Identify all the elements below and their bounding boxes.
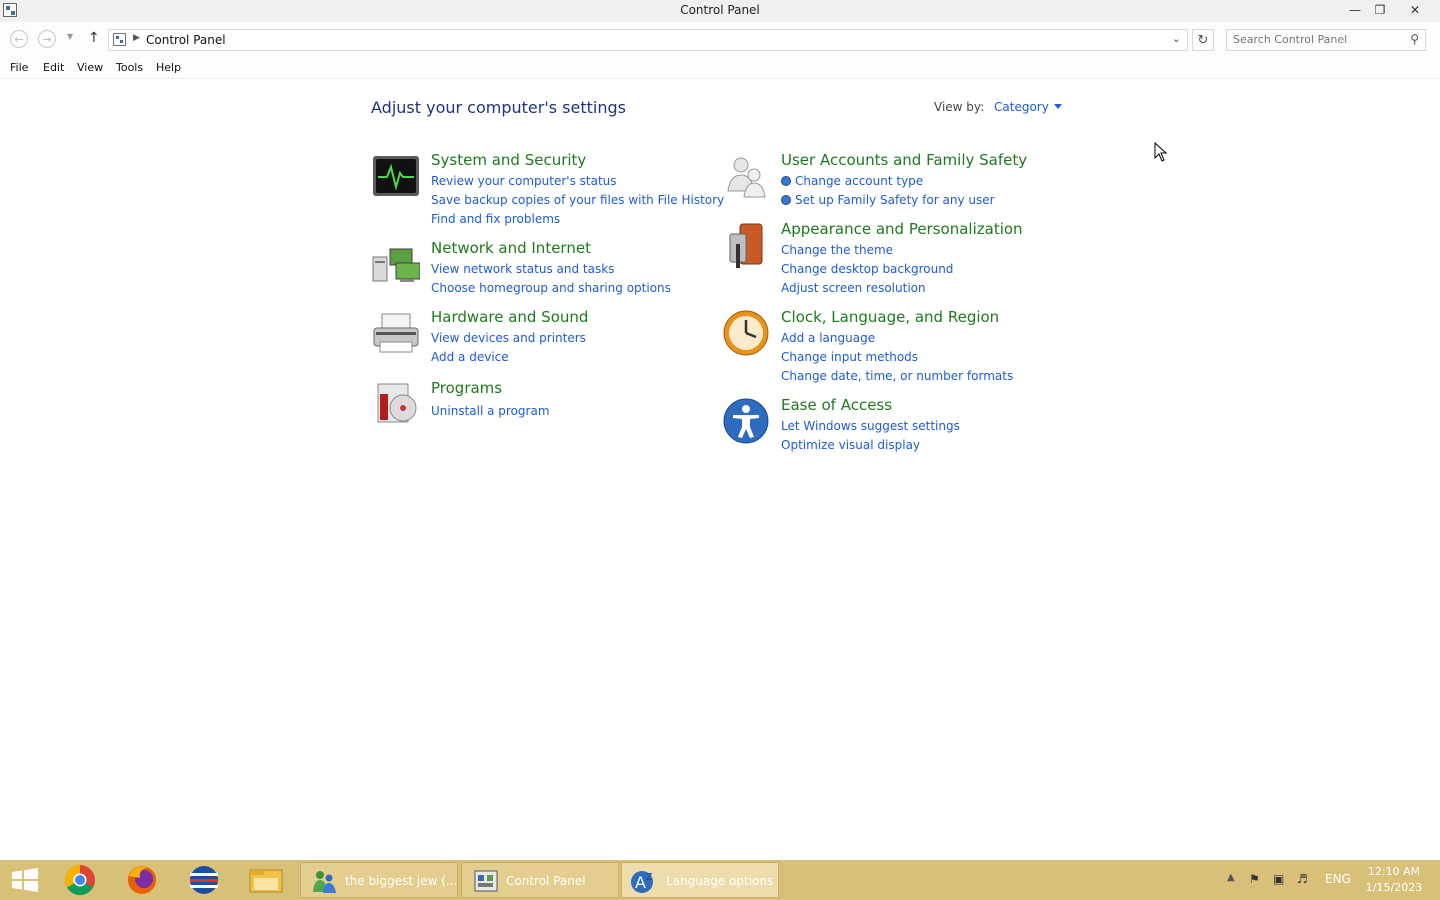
mouse-cursor-icon [1154,142,1168,162]
shield-icon [781,176,791,186]
system-security-icon[interactable] [372,153,420,201]
category-appearance[interactable]: Appearance and Personalization [781,220,1023,238]
link-network-status[interactable]: View network status and tasks [431,262,614,276]
network-icon[interactable]: ▣ [1273,872,1284,886]
category-network-internet[interactable]: Network and Internet [431,239,591,257]
forward-button[interactable]: → [38,30,56,48]
taskbar: the biggest jew (... Control Panel A z L… [0,860,1440,900]
view-by-label: View by: [934,100,985,114]
system-clock[interactable]: 12:10 AM 1/15/2023 [1360,864,1428,896]
input-language-indicator[interactable]: ENG [1325,872,1351,886]
link-screen-resolution[interactable]: Adjust screen resolution [781,281,926,295]
personalization-icon[interactable] [722,222,770,270]
file-explorer-icon[interactable] [236,860,296,900]
restore-button[interactable]: ❐ [1367,0,1393,20]
programs-icon[interactable] [372,380,420,428]
menu-file[interactable]: File [10,61,28,74]
category-user-accounts[interactable]: User Accounts and Family Safety [781,151,1027,169]
accessibility-icon[interactable] [722,397,770,445]
clock-date: 1/15/2023 [1365,881,1423,894]
minimize-button[interactable]: — [1342,0,1368,20]
clock-icon[interactable] [722,309,770,357]
control-panel-icon [474,870,498,892]
window-title: Control Panel [680,3,760,17]
people-icon [313,871,336,893]
show-hidden-icons-button[interactable]: ▲ [1227,872,1235,883]
link-add-language[interactable]: Add a language [781,331,875,345]
link-uninstall-program[interactable]: Uninstall a program [431,404,550,418]
link-add-device[interactable]: Add a device [431,350,509,364]
menu-help[interactable]: Help [156,61,181,74]
chrome-icon[interactable] [50,860,110,900]
opera-icon[interactable] [174,860,234,900]
menu-edit[interactable]: Edit [43,61,64,74]
control-panel-icon [113,33,126,46]
link-change-account-type[interactable]: Change account type [781,174,923,188]
navigation-bar: ← → ▼ ↑ ▶ Control Panel ⌄ ↻ ⚲ [0,22,1440,58]
link-label: Change account type [795,174,924,188]
category-clock-language[interactable]: Clock, Language, and Region [781,308,999,326]
link-file-history[interactable]: Save backup copies of your files with Fi… [431,193,724,207]
network-icon[interactable] [372,241,420,289]
back-button[interactable]: ← [10,30,28,48]
menu-tools[interactable]: Tools [116,61,143,74]
search-icon[interactable]: ⚲ [1410,32,1419,46]
link-suggest-settings[interactable]: Let Windows suggest settings [781,419,960,433]
shield-icon [781,195,791,205]
link-input-methods[interactable]: Change input methods [781,350,918,364]
view-by-dropdown[interactable]: Category [994,100,1062,114]
language-icon: A z [631,869,653,893]
chevron-down-icon[interactable]: ⌄ [1172,32,1181,45]
volume-icon[interactable]: ♬ [1297,872,1308,886]
link-date-formats[interactable]: Change date, time, or number formats [781,369,1013,383]
category-hardware-sound[interactable]: Hardware and Sound [431,308,588,326]
recent-locations-dropdown[interactable]: ▼ [67,32,73,41]
category-system-security[interactable]: System and Security [431,151,586,169]
link-desktop-background[interactable]: Change desktop background [781,262,953,276]
action-center-flag-icon[interactable]: ⚑ [1249,872,1260,886]
link-devices-printers[interactable]: View devices and printers [431,331,586,345]
page-title: Adjust your computer's settings [371,98,626,117]
menu-view[interactable]: View [77,61,103,74]
firefox-icon[interactable] [112,860,172,900]
printer-icon[interactable] [372,310,420,358]
link-label: Set up Family Safety for any user [795,193,995,207]
link-review-status[interactable]: Review your computer's status [431,174,617,188]
clock-time: 12:10 AM [1367,865,1421,878]
breadcrumb[interactable]: Control Panel [146,33,226,47]
address-bar[interactable]: ▶ Control Panel ⌄ [108,29,1188,51]
svg-text:z: z [646,869,652,883]
taskbar-button-language-options[interactable]: A z Language options [621,862,779,898]
link-change-theme[interactable]: Change the theme [781,243,893,257]
chevron-right-icon[interactable]: ▶ [133,33,140,43]
taskbar-button-label: the biggest jew (... [345,874,458,888]
link-optimize-display[interactable]: Optimize visual display [781,438,920,452]
taskbar-button-label: Language options [666,874,774,888]
menu-bar: File Edit View Tools Help [0,58,1440,79]
category-programs[interactable]: Programs [431,379,502,397]
taskbar-button-people[interactable]: the biggest jew (... [300,862,458,898]
link-family-safety[interactable]: Set up Family Safety for any user [781,193,995,207]
title-bar: Control Panel — ❐ ✕ [0,0,1440,22]
svg-text:A: A [635,873,646,892]
user-accounts-icon[interactable] [722,153,770,201]
taskbar-button-label: Control Panel [506,874,586,888]
search-box[interactable]: ⚲ [1226,29,1426,51]
up-button[interactable]: ↑ [88,30,100,46]
taskbar-button-control-panel[interactable]: Control Panel [461,862,619,898]
close-button[interactable]: ✕ [1402,0,1428,20]
link-find-fix-problems[interactable]: Find and fix problems [431,212,560,226]
search-input[interactable] [1233,33,1398,46]
category-ease-of-access[interactable]: Ease of Access [781,396,892,414]
link-homegroup[interactable]: Choose homegroup and sharing options [431,281,671,295]
refresh-button[interactable]: ↻ [1192,29,1214,51]
